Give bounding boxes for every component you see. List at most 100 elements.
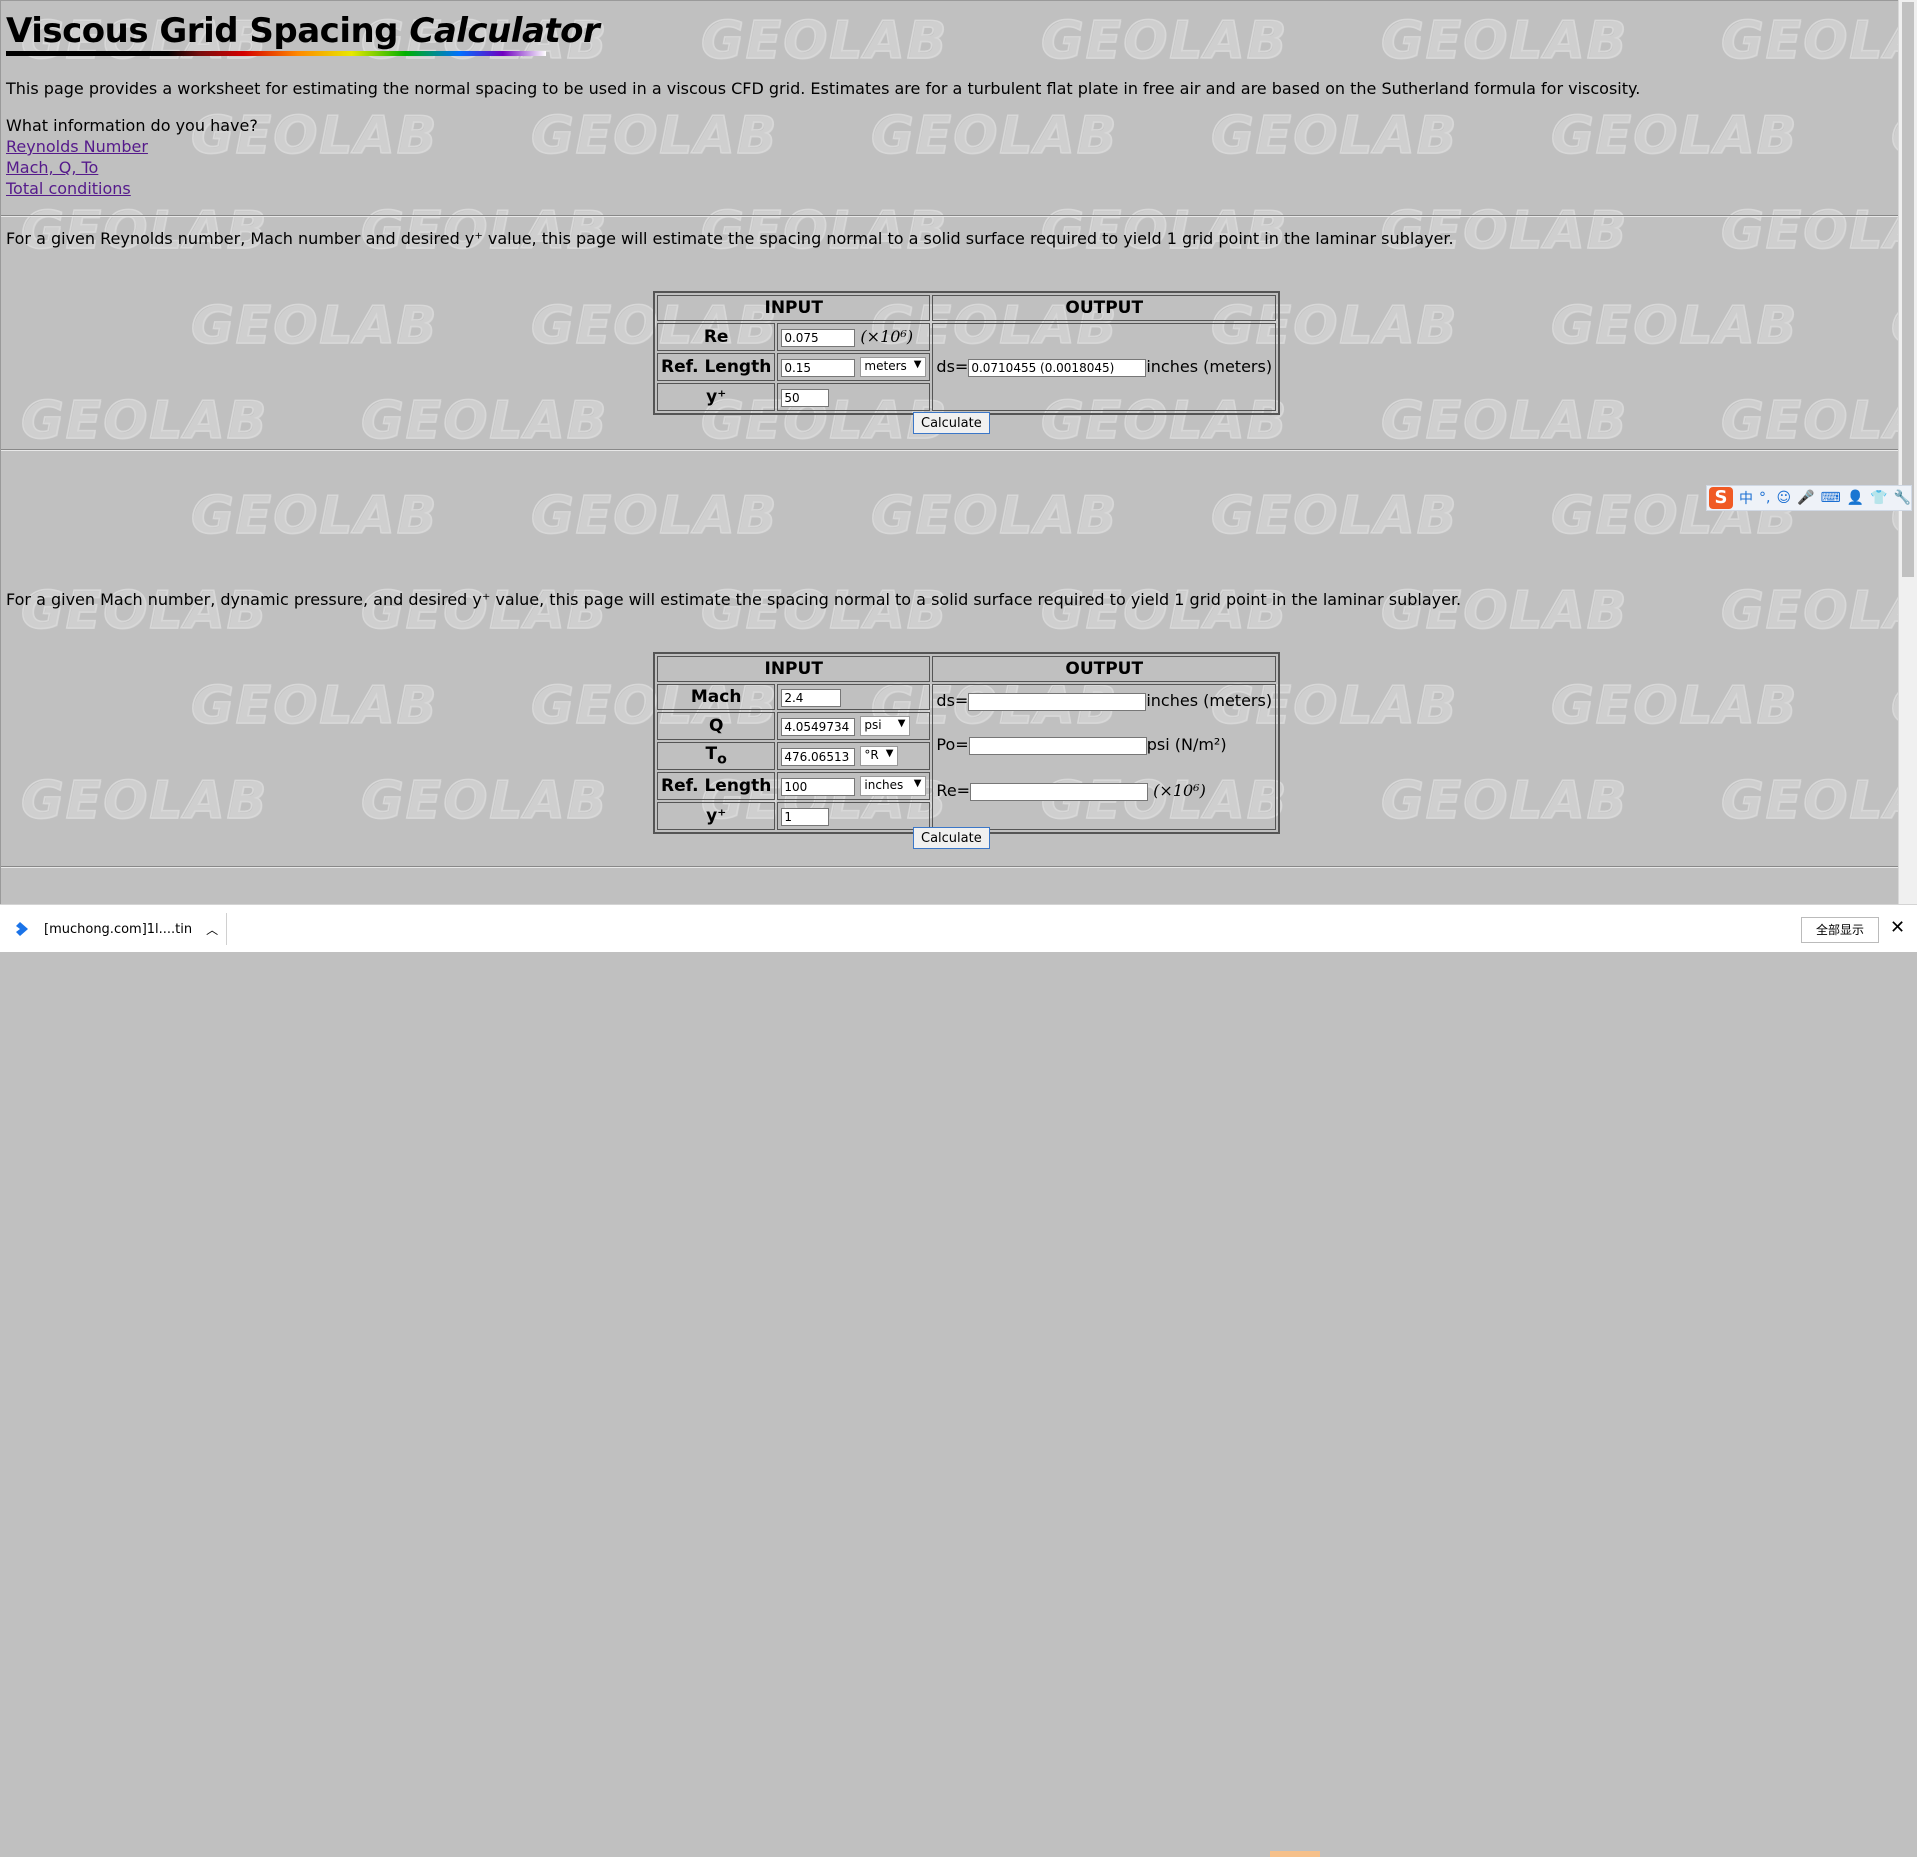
ds-label: ds=: [936, 357, 969, 376]
calculate-button-reynolds[interactable]: Calculate: [913, 412, 990, 434]
watermark-text: GEOLAB: [360, 770, 609, 832]
watermark-text: GEOLAB: [190, 295, 439, 357]
question-text: What information do you have?: [6, 116, 258, 135]
watermark-text: GEOLAB: [1720, 580, 1898, 642]
input-header: INPUT: [657, 295, 931, 321]
watermark-text: GEOLAB: [1040, 10, 1289, 72]
chevron-down-icon: ▼: [913, 778, 922, 790]
download-item[interactable]: [muchong.com]1l....tin ︿: [14, 905, 218, 953]
ref-length-label: Ref. Length: [657, 353, 776, 381]
page-title: Viscous Grid Spacing Calculator: [6, 11, 600, 51]
watermark-text: GEOLAB: [1380, 390, 1629, 452]
ime-punctuation-icon[interactable]: °,: [1759, 490, 1770, 506]
sogou-logo-icon: S: [1709, 487, 1733, 509]
watermark-text: GEOLAB: [20, 390, 269, 452]
watermark-text: GEOLAB: [190, 675, 439, 737]
link-reynolds-number[interactable]: Reynolds Number: [6, 137, 148, 156]
browser-viewport: GEOLAB GEOLAB GEOLAB GEOLAB GEOLAB GEOLAB GEOL…: [0, 0, 1898, 904]
reynolds-calculator-table: INPUT OUTPUT Re (×10⁶) ds= inches (meters…: [653, 291, 1281, 415]
calculate-button-mach[interactable]: Calculate: [913, 827, 990, 849]
watermark-text: GEOLAB: [700, 10, 949, 72]
re-unit: (×10⁶): [860, 327, 914, 346]
watermark-text: GEOLAB: [190, 105, 439, 167]
divider: [1, 215, 1898, 217]
ds-unit: inches (meters): [1146, 357, 1273, 376]
vertical-scrollbar[interactable]: [1898, 0, 1917, 904]
watermark-text: GEOLAB: [1210, 105, 1459, 167]
ime-skin-icon[interactable]: 👕: [1870, 490, 1887, 506]
ime-emoji-icon[interactable]: ☺: [1776, 490, 1791, 506]
watermark-text: GEOLAB: [1890, 675, 1898, 737]
re-label: Re=: [936, 781, 971, 800]
re-input[interactable]: [781, 329, 856, 347]
q-unit-select[interactable]: psi ▼: [860, 716, 911, 737]
ime-keyboard-icon[interactable]: ⌨: [1821, 490, 1841, 506]
ref-length-input[interactable]: [781, 358, 856, 377]
po-output[interactable]: [968, 737, 1147, 755]
taskbar-indicator: [1270, 1851, 1320, 1857]
link-total-conditions[interactable]: Total conditions: [6, 179, 131, 198]
close-icon[interactable]: ✕: [1890, 917, 1905, 938]
watermark-text: GEOLAB: [1890, 105, 1898, 167]
watermark-text: GEOLAB: [360, 390, 609, 452]
to-input[interactable]: [781, 747, 856, 766]
divider: [1, 866, 1898, 868]
ref-length-input[interactable]: [781, 777, 856, 796]
ime-microphone-icon[interactable]: 🎤: [1797, 490, 1814, 506]
intro-text: This page provides a worksheet for estim…: [6, 79, 1641, 98]
re-label: Re: [657, 323, 776, 351]
watermark-text: GEOLAB: [1720, 10, 1898, 72]
ds-unit: inches (meters): [1146, 691, 1273, 710]
watermark-text: GEOLAB: [870, 485, 1119, 547]
output-header: OUTPUT: [932, 295, 1277, 321]
download-separator: [226, 913, 227, 945]
ime-chinese-mode-icon[interactable]: 中: [1739, 488, 1753, 508]
mach-label: Mach: [657, 684, 776, 710]
download-filename: [muchong.com]1l....tin: [44, 921, 193, 937]
file-icon: [16, 922, 28, 936]
mach-q-calculator-table: INPUT OUTPUT Mach ds= inches (meters) Po=…: [653, 652, 1281, 834]
watermark-text: GEOLAB: [1210, 485, 1459, 547]
po-unit: psi (N/m²): [1146, 735, 1227, 754]
watermark-text: GEOLAB: [20, 770, 269, 832]
watermark-text: GEOLAB: [190, 485, 439, 547]
ime-toolbar[interactable]: S 中 °, ☺ 🎤 ⌨ 👤 👕 🔧: [1706, 485, 1912, 511]
re-output[interactable]: [970, 783, 1149, 801]
ime-user-icon[interactable]: 👤: [1847, 490, 1864, 506]
watermark-text: GEOLAB: [1890, 295, 1898, 357]
watermark-text: GEOLAB: [870, 105, 1119, 167]
ds-output[interactable]: [968, 359, 1147, 377]
divider: [1, 449, 1898, 451]
watermark-text: GEOLAB: [1550, 105, 1799, 167]
output-header: OUTPUT: [932, 656, 1277, 682]
watermark-text: GEOLAB: [530, 105, 779, 167]
watermark-text: GEOLAB: [1380, 770, 1629, 832]
ref-length-unit-select[interactable]: inches ▼: [860, 776, 927, 797]
ds-output[interactable]: [968, 693, 1147, 711]
section2-description: For a given Mach number, dynamic pressur…: [6, 590, 1462, 609]
watermark-text: GEOLAB: [530, 485, 779, 547]
watermark-text: GEOLAB: [1550, 675, 1799, 737]
watermark-text: GEOLAB: [1720, 770, 1898, 832]
to-label: To: [657, 742, 776, 770]
mach-input[interactable]: [781, 689, 842, 707]
title-rainbow-underline: [6, 51, 546, 56]
section1-description: For a given Reynolds number, Mach number…: [6, 229, 1454, 248]
yplus-label: y⁺: [657, 383, 776, 411]
show-all-button[interactable]: 全部显示: [1801, 917, 1879, 943]
watermark-text: GEOLAB: [1380, 10, 1629, 72]
yplus-input[interactable]: [781, 808, 830, 826]
to-unit-select[interactable]: °R ▼: [860, 746, 899, 767]
po-label: Po=: [936, 735, 969, 754]
link-mach-q-to[interactable]: Mach, Q, To: [6, 158, 98, 177]
ref-length-unit-select[interactable]: meters ▼: [860, 357, 927, 378]
ds-label: ds=: [936, 691, 969, 710]
ime-settings-icon[interactable]: 🔧: [1894, 490, 1911, 506]
chevron-down-icon: ▼: [913, 359, 922, 371]
yplus-input[interactable]: [781, 389, 830, 407]
watermark-text: GEOLAB: [1550, 295, 1799, 357]
q-label: Q: [657, 712, 776, 740]
q-input[interactable]: [781, 717, 856, 736]
chevron-up-icon[interactable]: ︿: [206, 921, 218, 938]
input-header: INPUT: [657, 656, 931, 682]
